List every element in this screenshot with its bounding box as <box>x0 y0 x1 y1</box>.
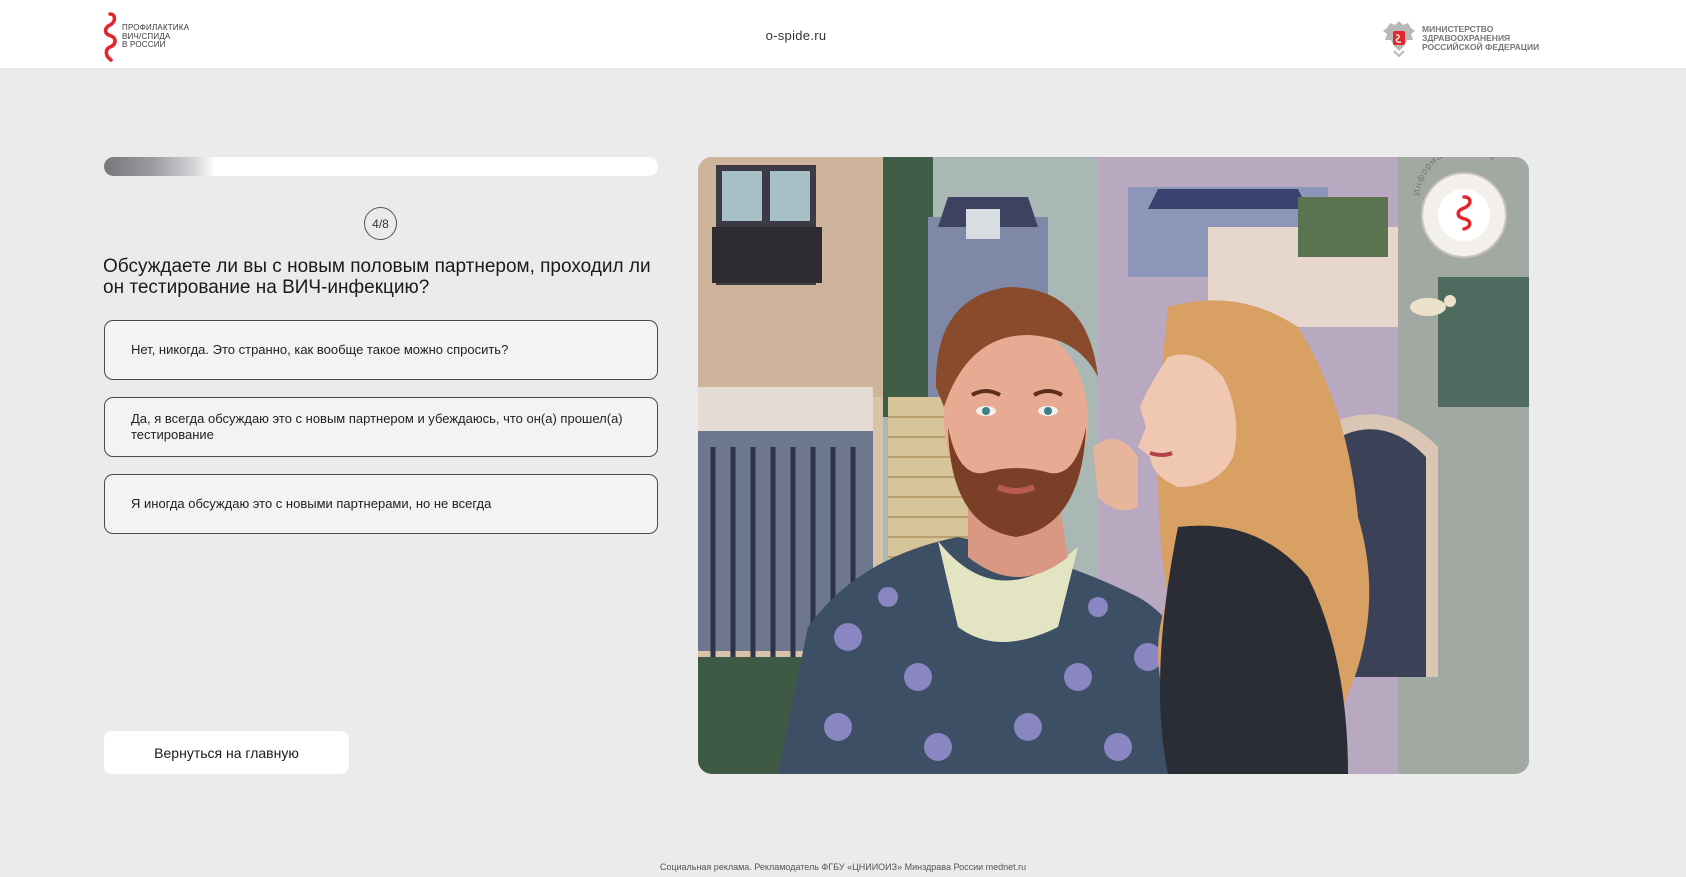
ministry-logo[interactable]: МИНИСТЕРСТВО ЗДРАВООХРАНЕНИЯ РОССИЙСКОЙ … <box>1382 18 1539 58</box>
answer-option-label: Да, я всегда обсуждаю это с новым партне… <box>131 411 623 442</box>
progress-fill <box>104 157 215 176</box>
answer-option-1[interactable]: Нет, никогда. Это странно, как вообще та… <box>104 320 658 380</box>
ad-disclaimer: Социальная реклама. Рекламодатель ФГБУ «… <box>659 862 1027 872</box>
ministry-text: МИНИСТЕРСТВО ЗДРАВООХРАНЕНИЯ РОССИЙСКОЙ … <box>1422 24 1540 52</box>
answer-option-3[interactable]: Я иногда обсуждаю это с новыми партнерам… <box>104 474 658 534</box>
couple-whisper-illustration: Информация о ВИЧ <box>698 157 1529 774</box>
question-illustration: Информация о ВИЧ <box>698 157 1529 774</box>
step-counter: 4/8 <box>364 207 397 240</box>
ministry-line-3: РОССИЙСКОЙ ФЕДЕРАЦИИ <box>1422 41 1540 52</box>
answer-option-label: Нет, никогда. Это странно, как вообще та… <box>131 342 509 357</box>
site-link[interactable]: o-spide.ru <box>0 28 1592 43</box>
quiz-progress-bar <box>104 157 658 176</box>
site-header: ПРОФИЛАКТИКА ВИЧ/СПИДа В РОССИИ o-spide.… <box>0 0 1686 68</box>
answer-option-2[interactable]: Да, я всегда обсуждаю это с новым партне… <box>104 397 658 457</box>
answer-option-label: Я иногда обсуждаю это с новыми партнерам… <box>131 496 492 511</box>
question-text: Обсуждаете ли вы с новым половым партнер… <box>103 256 651 298</box>
back-to-home-button[interactable]: Вернуться на главную <box>104 731 349 774</box>
coat-of-arms-icon <box>1383 21 1415 58</box>
